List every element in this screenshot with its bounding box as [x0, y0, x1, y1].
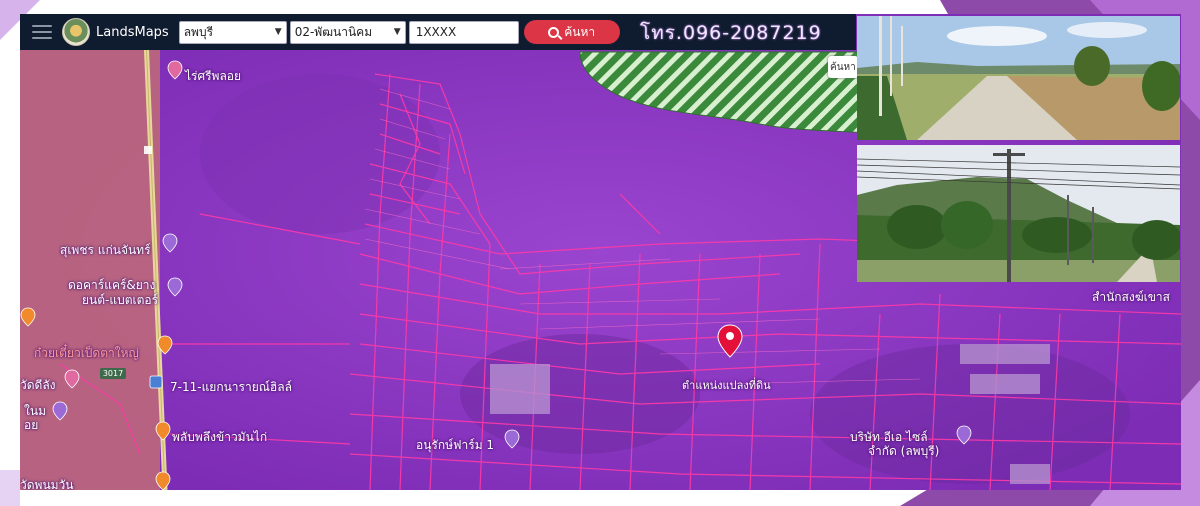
- poi-label: 7-11-แยกนารายณ์ฮิลล์: [170, 380, 292, 394]
- district-select-value: 02-พัฒนานิคม: [294, 24, 373, 39]
- app-brand: LandsMaps: [96, 24, 169, 40]
- province-select-value: ลพบุรี: [183, 24, 214, 39]
- poi-label: อนุรักษ์ฟาร์ม 1: [416, 438, 495, 452]
- phone-number: โทร.096-2087219: [640, 22, 822, 44]
- parcel-number-input[interactable]: 1XXXX: [408, 20, 519, 44]
- poi-label: วัดดีลัง: [20, 378, 56, 392]
- side-search-tab[interactable]: ค้นหา: [828, 56, 858, 78]
- site-photo-road: [857, 16, 1180, 140]
- app-logo: [62, 18, 90, 46]
- road-number-text: 3017: [103, 369, 123, 378]
- poi-label: อย: [24, 418, 39, 432]
- menu-icon[interactable]: [32, 25, 52, 39]
- search-button-label: ค้นหา: [564, 24, 596, 39]
- chevron-down-icon: ▼: [274, 27, 282, 37]
- poi-label: สำนักสงฆ์เขาส: [1092, 290, 1170, 304]
- poi-label: ไร่ศรีพลอย: [185, 69, 242, 83]
- poi-label: วัดพนมวัน: [20, 478, 74, 490]
- poi-label: จำกัด (ลพบุรี): [868, 444, 940, 458]
- chevron-down-icon: ▼: [393, 27, 401, 37]
- poi-label: สุเพชร แก่นจันทร์: [60, 243, 151, 257]
- search-button[interactable]: ค้นหา: [523, 20, 620, 44]
- site-photo-mountain: [857, 145, 1180, 282]
- poi-label: ยนต์-แบตเตอร์: [82, 293, 159, 307]
- poi-label: ก๋วยเตี๋ยวเป็ดตาใหญ่: [34, 346, 139, 360]
- district-select[interactable]: 02-พัฒนานิคม ▼: [289, 20, 406, 44]
- province-select[interactable]: ลพบุรี ▼: [178, 20, 287, 44]
- poi-label: พลับพลึงข้าวมันไก่: [172, 430, 268, 444]
- search-icon: [548, 26, 560, 38]
- parcel-location-label: ตำแหน่งแปลงที่ดิน: [682, 379, 771, 392]
